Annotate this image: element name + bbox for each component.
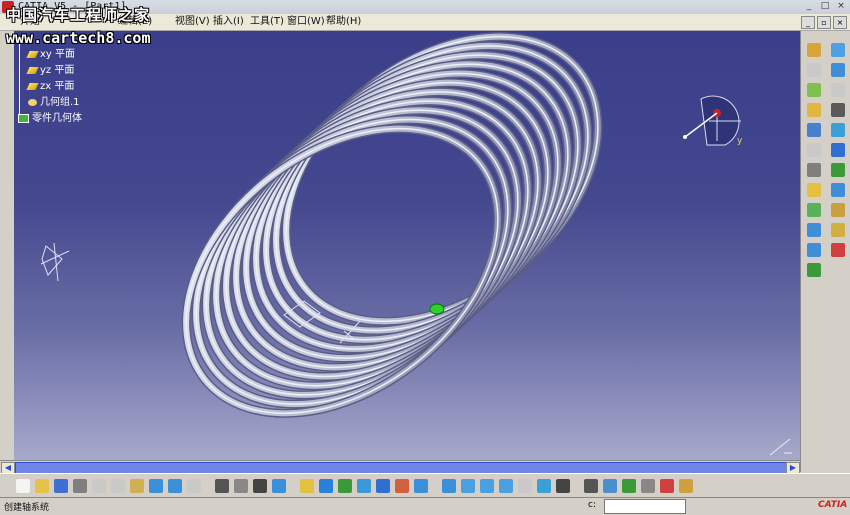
swap-icon[interactable]	[537, 479, 551, 493]
pocket-icon[interactable]	[831, 43, 845, 57]
paste-icon[interactable]	[130, 479, 144, 493]
status-bar: 创建轴系统 c: CATIA	[0, 497, 850, 515]
hole-icon[interactable]	[807, 83, 821, 97]
plane-icon	[26, 66, 39, 74]
menu-help[interactable]: 帮助(H)	[326, 15, 361, 29]
command-input[interactable]	[604, 499, 686, 514]
catalog-icon[interactable]	[603, 479, 617, 493]
green-marker	[429, 303, 445, 315]
plane-icon[interactable]	[300, 479, 314, 493]
draft-icon[interactable]	[807, 163, 821, 177]
analysis-icon[interactable]	[622, 479, 636, 493]
tree-node-zx-plane[interactable]: zx 平面	[26, 77, 74, 92]
doc-close-button[interactable]: ×	[833, 16, 847, 29]
watermark-url: www.cartech8.com	[6, 29, 151, 47]
scale-icon[interactable]	[831, 223, 845, 237]
apply-icon[interactable]	[660, 479, 674, 493]
print-icon[interactable]	[73, 479, 87, 493]
horizontal-scrollbar[interactable]: ◀ ▶	[0, 460, 800, 474]
tree-node-geometric-set[interactable]: 几何组.1	[28, 93, 80, 108]
body-icon	[18, 113, 29, 123]
normal-view-icon[interactable]	[461, 479, 475, 493]
knowledge-icon[interactable]	[234, 479, 248, 493]
translate-icon[interactable]	[807, 203, 821, 217]
menu-tools[interactable]: 工具(T)	[250, 15, 284, 29]
close-surface-icon[interactable]	[807, 263, 821, 277]
point-icon[interactable]	[319, 479, 333, 493]
document-controls: _ ▫ ×	[801, 16, 847, 29]
whats-this-icon[interactable]	[187, 479, 201, 493]
compass-y-label: y	[737, 136, 743, 146]
command-label: c:	[588, 500, 596, 510]
thick-surface-icon[interactable]	[831, 243, 845, 257]
remove-loft-icon[interactable]	[831, 123, 845, 137]
tree-node-part-body[interactable]: 零件几何体	[18, 109, 82, 124]
hide-show-icon[interactable]	[518, 479, 532, 493]
minimize-button[interactable]: _	[802, 1, 816, 12]
loft-icon[interactable]	[807, 123, 821, 137]
doc-minimize-button[interactable]: _	[801, 16, 815, 29]
copy-icon[interactable]	[111, 479, 125, 493]
window-controls: _ □ ×	[802, 1, 848, 12]
tree-node-xy-plane[interactable]: xy 平面	[26, 45, 75, 60]
formula-icon[interactable]	[215, 479, 229, 493]
tree-connector	[19, 39, 20, 119]
watermark-title: 中国汽车工程师之家	[6, 6, 151, 24]
menu-view[interactable]: 视图(V)	[175, 15, 210, 29]
compass-widget[interactable]: y	[679, 81, 759, 151]
zoom-out-icon[interactable]	[442, 479, 456, 493]
fly-mode-icon[interactable]	[338, 479, 352, 493]
iso-view-icon[interactable]	[480, 479, 494, 493]
split-icon[interactable]	[807, 243, 821, 257]
axis-system-symbol	[40, 242, 70, 282]
shaft-icon[interactable]	[807, 63, 821, 77]
thickness-icon[interactable]	[807, 183, 821, 197]
thread-icon[interactable]	[831, 183, 845, 197]
catia-logo: CATIA	[818, 500, 848, 510]
geometric-set-icon	[28, 98, 37, 106]
catia-window: CATIA V5 - [Part1] _ □ × 开始 编辑(E) 视图(V) …	[0, 0, 850, 515]
left-edge	[0, 31, 15, 460]
stiffener-icon[interactable]	[831, 103, 845, 117]
plane-icon	[26, 50, 39, 58]
mirror-icon[interactable]	[831, 203, 845, 217]
view-axis-icon	[769, 438, 792, 456]
fit-all-icon[interactable]	[357, 479, 371, 493]
grid-icon[interactable]	[253, 479, 267, 493]
menu-insert[interactable]: 插入(I)	[213, 15, 244, 29]
pad-icon[interactable]	[807, 43, 821, 57]
fillet-icon[interactable]	[807, 143, 821, 157]
material-icon[interactable]	[641, 479, 655, 493]
shell-icon[interactable]	[831, 163, 845, 177]
pan-icon[interactable]	[376, 479, 390, 493]
rib-icon[interactable]	[831, 83, 845, 97]
right-toolbar	[800, 31, 850, 472]
status-message: 创建轴系统	[4, 503, 50, 513]
render-style-icon[interactable]	[499, 479, 513, 493]
tree-node-yz-plane[interactable]: yz 平面	[26, 61, 74, 76]
rotate-icon[interactable]	[395, 479, 409, 493]
undo-icon[interactable]	[149, 479, 163, 493]
new-icon[interactable]	[16, 479, 30, 493]
menu-window[interactable]: 窗口(W)	[287, 15, 325, 29]
save-icon[interactable]	[54, 479, 68, 493]
chamfer-icon[interactable]	[831, 143, 845, 157]
slot-icon[interactable]	[807, 103, 821, 117]
doc-restore-button[interactable]: ▫	[817, 16, 831, 29]
bottom-toolbar	[0, 473, 850, 498]
groove-icon[interactable]	[831, 63, 845, 77]
measure-icon[interactable]	[556, 479, 570, 493]
sketch-icon[interactable]	[272, 479, 286, 493]
cut-icon[interactable]	[92, 479, 106, 493]
plane-icon	[26, 82, 39, 90]
zoom-in-icon[interactable]	[414, 479, 428, 493]
pattern-icon[interactable]	[807, 223, 821, 237]
open-icon[interactable]	[35, 479, 49, 493]
maximize-button[interactable]: □	[818, 1, 832, 12]
close-button[interactable]: ×	[834, 1, 848, 12]
3d-viewport[interactable]: xy 平面 yz 平面 zx 平面 几何组.1 零件几何体 y	[14, 31, 800, 460]
axis-icon[interactable]	[584, 479, 598, 493]
redo-icon[interactable]	[168, 479, 182, 493]
spin-icon[interactable]	[679, 479, 693, 493]
